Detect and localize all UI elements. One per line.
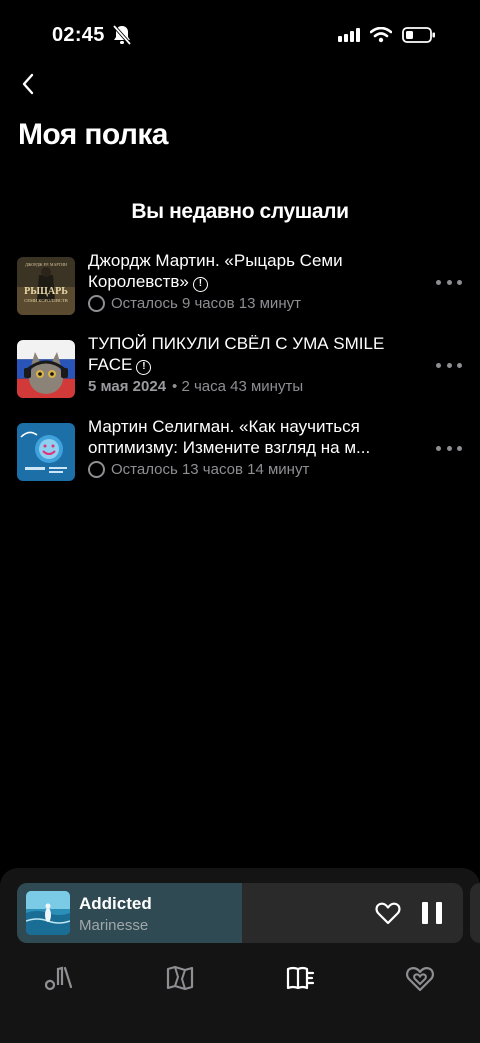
item-remaining: Осталось 9 часов 13 минут: [111, 295, 301, 312]
cover-title-text: РЫЦАРЬ: [24, 286, 68, 297]
list-item[interactable]: ДЖОРДЖ Р.Р. МАРТИН РЫЦАРЬ СЕМИ КОРОЛЕВСТ…: [0, 250, 480, 333]
back-button[interactable]: [14, 68, 42, 100]
player-artist: Marinesse: [79, 917, 149, 934]
heart-icon[interactable]: [375, 901, 401, 925]
item-title: Джордж Мартин. «Рыцарь Семи Королевств»!: [88, 251, 343, 292]
pause-button[interactable]: [422, 902, 442, 924]
player-cover: [26, 891, 70, 935]
track-cover: [17, 340, 75, 398]
music-library-icon: [44, 966, 73, 991]
item-meta: Осталось 13 часов 14 минут: [88, 461, 408, 478]
item-meta: 5 мая 2024 • 2 часа 43 минуты: [88, 378, 408, 395]
bookshelf-icon: [286, 966, 315, 990]
more-options-button[interactable]: [436, 274, 462, 290]
more-options-button[interactable]: [436, 440, 462, 456]
chevron-left-icon: [22, 73, 34, 95]
cellular-signal-icon: [338, 28, 360, 42]
tab-favorites[interactable]: [405, 963, 435, 993]
more-options-button[interactable]: [436, 357, 462, 373]
cover-author-text: ДЖОРДЖ Р.Р. МАРТИН: [25, 262, 67, 267]
item-date: 5 мая 2024: [88, 378, 167, 395]
book-cover: ДЖОРДЖ Р.Р. МАРТИН РЫЦАРЬ СЕМИ КОРОЛЕВСТ…: [17, 257, 75, 315]
mini-player[interactable]: Addicted Marinesse: [17, 883, 463, 943]
cover-subtitle-text: СЕМИ КОРОЛЕВСТВ: [24, 298, 67, 303]
book-cover: [17, 423, 75, 481]
list-item[interactable]: ТУПОЙ ПИКУЛИ СВЁЛ С УМА SMILE FACE! 5 ма…: [0, 333, 480, 416]
alert-icon: !: [136, 360, 152, 375]
list-item[interactable]: Мартин Селигман. «Как научиться оптимизм…: [0, 416, 480, 499]
item-title: Мартин Селигман. «Как научиться оптимизм…: [88, 417, 371, 457]
item-title: ТУПОЙ ПИКУЛИ СВЁЛ С УМА SMILE FACE!: [88, 334, 385, 375]
tab-explore[interactable]: [165, 963, 195, 993]
wifi-icon: [370, 27, 392, 43]
tab-music[interactable]: [44, 963, 75, 993]
section-title: Вы недавно слушали: [131, 200, 349, 223]
heart-collection-icon: [406, 967, 434, 992]
tab-bar: [0, 955, 480, 1005]
recent-list: ДЖОРДЖ Р.Р. МАРТИН РЫЦАРЬ СЕМИ КОРОЛЕВСТ…: [0, 250, 480, 499]
tab-shelf[interactable]: [285, 963, 315, 993]
clock-circle-icon: [88, 461, 105, 478]
status-time: 02:45: [52, 24, 105, 46]
clock-circle-icon: [88, 295, 105, 312]
bell-muted-icon: [112, 24, 132, 46]
player-title: Addicted: [79, 894, 152, 913]
item-duration: • 2 часа 43 минуты: [172, 378, 304, 395]
page-title: Моя полка: [18, 118, 168, 151]
next-player-card[interactable]: [470, 883, 480, 943]
alert-icon: !: [192, 277, 208, 292]
item-remaining: Осталось 13 часов 14 минут: [111, 461, 310, 478]
item-meta: Осталось 9 часов 13 минут: [88, 295, 408, 312]
status-icons: [338, 26, 436, 44]
map-icon: [166, 965, 194, 991]
battery-icon: [402, 27, 435, 43]
status-bar: 02:45: [0, 0, 480, 70]
